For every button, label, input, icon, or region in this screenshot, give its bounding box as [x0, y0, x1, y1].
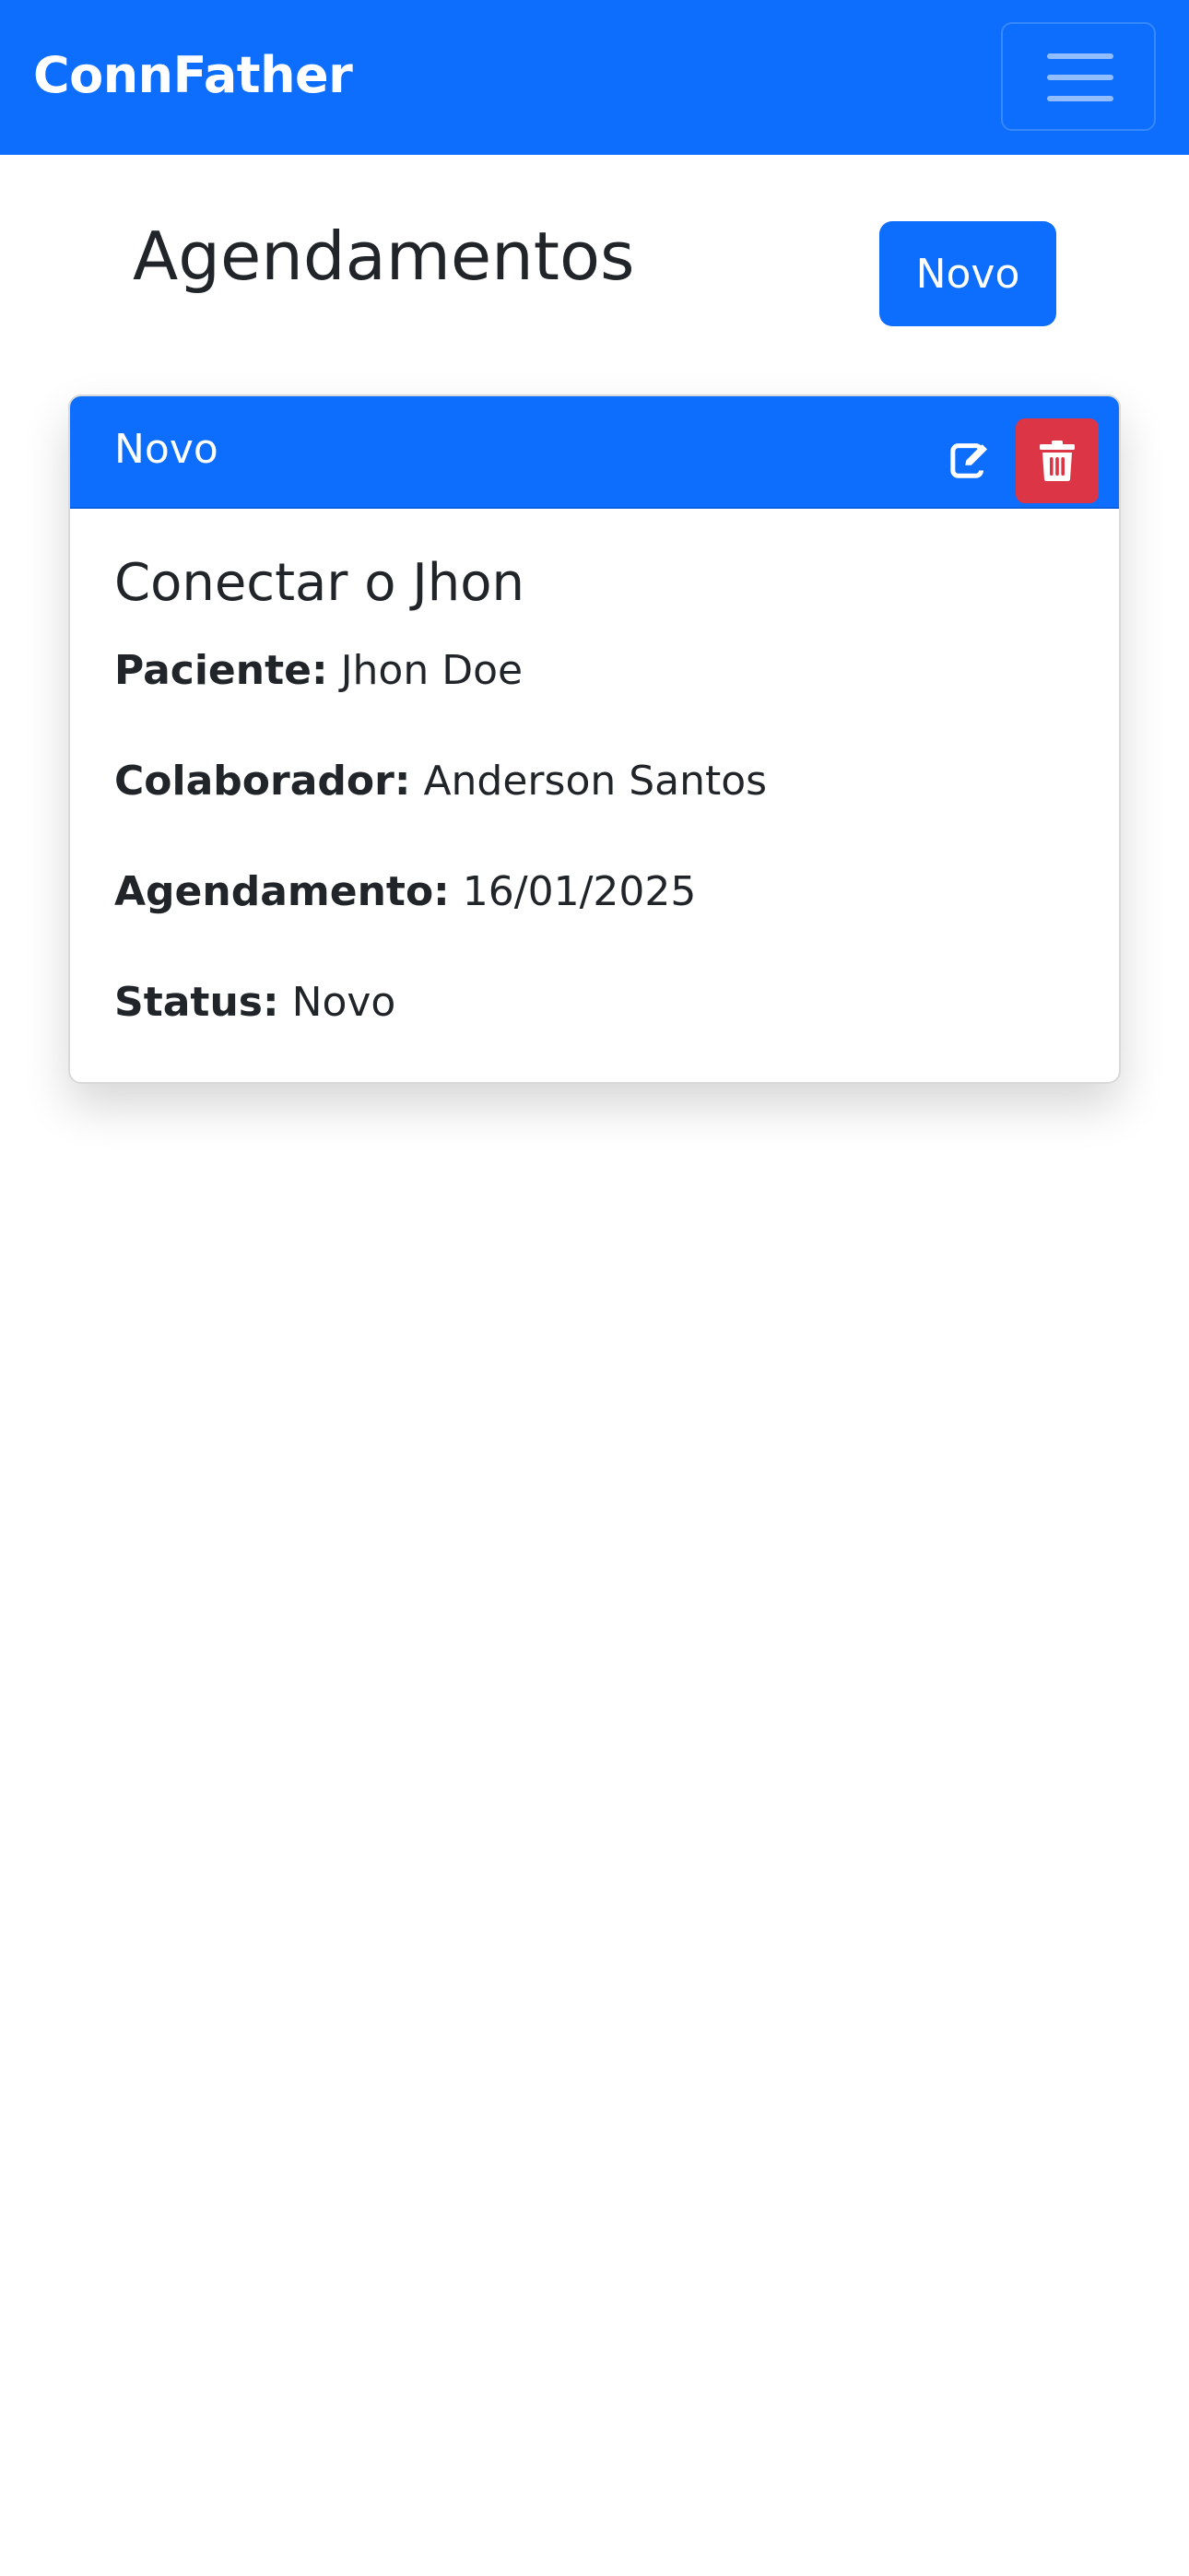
status-value: Novo	[291, 979, 396, 1026]
new-appointment-button[interactable]: Novo	[879, 221, 1056, 326]
edit-button[interactable]	[931, 420, 1012, 501]
card-status-header: Novo	[114, 426, 218, 473]
collaborator-value: Anderson Santos	[423, 758, 768, 805]
appointment-date-field: Agendamento: 16/01/2025	[114, 868, 696, 917]
appointment-date-label: Agendamento:	[114, 868, 450, 915]
trash-icon	[1040, 441, 1075, 481]
card-header: Novo	[70, 396, 1119, 509]
edit-icon	[950, 443, 988, 478]
appointment-date-value: 16/01/2025	[462, 868, 697, 915]
patient-field: Paciente: Jhon Doe	[114, 647, 523, 696]
card-title: Conectar o Jhon	[114, 553, 525, 613]
delete-button[interactable]	[1016, 418, 1099, 503]
patient-value: Jhon Doe	[340, 647, 524, 694]
appointment-card: Novo Conectar o Jhon Paciente: Jhon Doe	[68, 394, 1121, 1084]
status-field: Status: Novo	[114, 979, 395, 1028]
patient-label: Paciente:	[114, 647, 328, 694]
brand-logo[interactable]: ConnFather	[33, 46, 353, 104]
collaborator-label: Colaborador:	[114, 758, 411, 805]
card-body: Conectar o Jhon Paciente: Jhon Doe Colab…	[114, 553, 1075, 1026]
status-label: Status:	[114, 979, 279, 1026]
page-title: Agendamentos	[133, 218, 635, 295]
collaborator-field: Colaborador: Anderson Santos	[114, 758, 767, 806]
navbar-toggler-button[interactable]	[1001, 22, 1156, 131]
navbar: ConnFather	[0, 0, 1189, 155]
hamburger-menu-icon	[1047, 53, 1113, 101]
